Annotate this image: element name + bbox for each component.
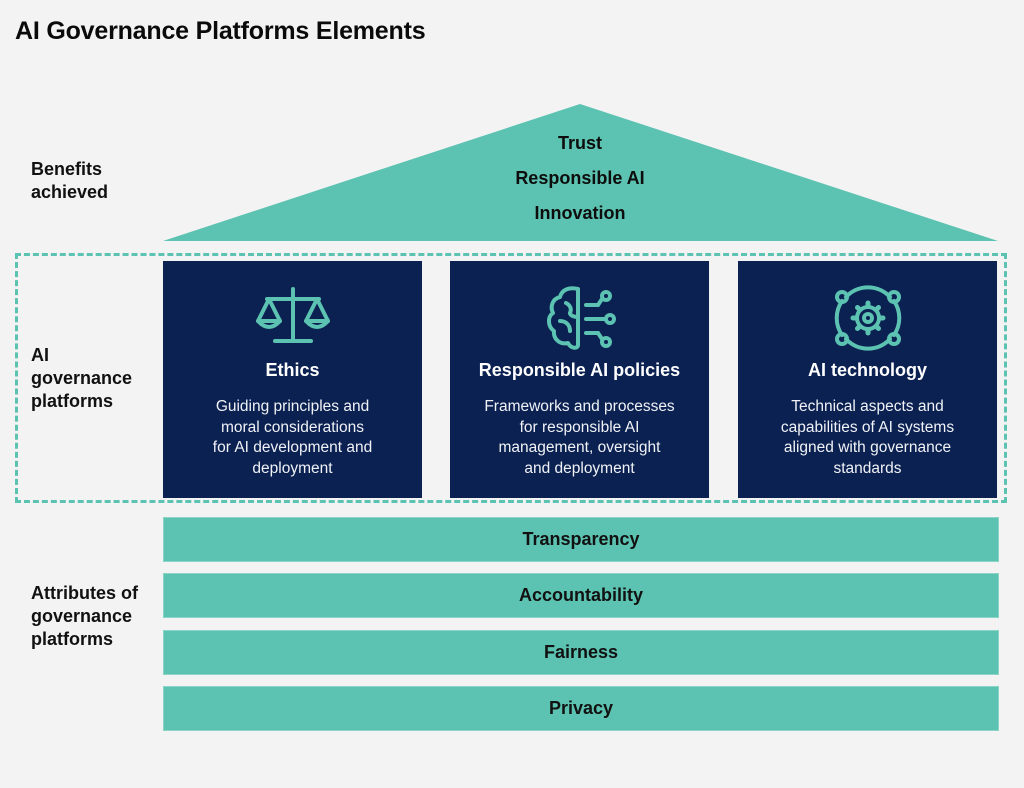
description-line: aligned with governance [783,439,952,456]
description-line: and deployment [524,459,635,477]
page-title: AI Governance Platforms Elements [15,17,426,45]
label-line: Benefits [31,159,103,179]
description-line: Frameworks and processes [484,398,675,415]
benefit-trust: Trust [557,133,602,153]
pillar-ethics: Ethics Guiding principles and moral cons… [163,261,422,498]
label-line: Attributes of [31,583,138,603]
description-line: management, oversight [498,439,661,456]
scales-icon [255,287,330,343]
benefit-innovation: Innovation [534,203,626,223]
attribute-fairness: Fairness [163,630,999,675]
label-line: platforms [31,629,114,649]
description-line: capabilities of AI systems [780,418,955,436]
pillar-description: Guiding principles and moral considerati… [181,397,404,479]
description-line: standards [833,459,902,477]
label-benefits-achieved: Benefits achieved [31,158,108,204]
benefit-responsible-ai: Responsible AI [515,168,645,188]
description-line: deployment [252,459,333,477]
description-line: Technical aspects and [791,398,944,415]
label-line: governance [31,606,133,626]
gear-network-icon [834,285,901,351]
label-line: achieved [31,182,109,202]
description-line: for responsible AI [519,418,640,436]
pillar-title: Ethics [265,360,320,380]
pillar-ai-technology: AI technology Technical aspects and capa… [738,261,997,498]
attribute-accountability: Accountability [163,573,999,618]
description-line: moral considerations [220,418,364,436]
pillar-title: AI technology [807,360,927,380]
pillar-title: Responsible AI policies [478,360,681,380]
description-line: Guiding principles and [215,398,370,415]
label-attributes-of-governance-platforms: Attributes of governance platforms [31,582,138,651]
description-line: for AI development and [212,439,373,456]
attribute-privacy: Privacy [163,686,999,731]
brain-circuit-icon [546,286,616,350]
pillar-description: Frameworks and processes for responsible… [468,397,691,479]
pillar-responsible-ai-policies: Responsible AI policies Frameworks and p… [450,261,709,498]
pillar-description: Technical aspects and capabilities of AI… [756,397,979,479]
attribute-transparency: Transparency [163,517,999,562]
